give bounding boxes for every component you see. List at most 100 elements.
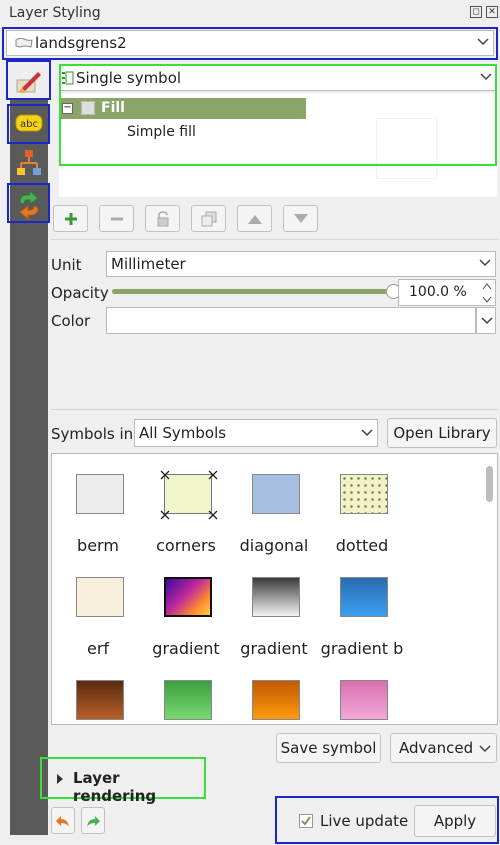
symbols-in-value: All Symbols bbox=[139, 424, 227, 442]
symbol-swatch bbox=[164, 680, 212, 720]
symbols-in-selector[interactable]: All Symbols bbox=[134, 419, 378, 447]
layer-rendering-section[interactable]: Layer rendering bbox=[40, 757, 206, 805]
svg-text:abc: abc bbox=[20, 119, 38, 130]
opacity-slider-fill bbox=[112, 289, 394, 294]
symbol-preview-area bbox=[307, 93, 497, 197]
color-label: Color bbox=[51, 312, 91, 330]
advanced-button[interactable]: Advanced bbox=[390, 733, 497, 763]
collapse-icon[interactable]: − bbox=[62, 103, 73, 114]
color-menu-button[interactable] bbox=[476, 307, 496, 334]
symbol-library-grid[interactable]: berm corners diagonal dotted erf gradient grad… bbox=[51, 453, 498, 725]
symbol-swatch bbox=[340, 680, 388, 720]
symbol-swatch bbox=[76, 680, 124, 720]
chevron-down-icon bbox=[361, 429, 373, 437]
symbol-item[interactable]: erf bbox=[54, 557, 142, 658]
history-tab[interactable] bbox=[10, 186, 48, 224]
symbol-swatch bbox=[76, 577, 124, 617]
live-update-checkbox[interactable] bbox=[299, 814, 313, 828]
symbol-item[interactable] bbox=[54, 660, 142, 724]
unit-selector[interactable]: Millimeter bbox=[106, 251, 496, 277]
symbology-tab[interactable] bbox=[10, 62, 48, 100]
symbol-item[interactable]: corners bbox=[142, 454, 230, 555]
opacity-spinbox[interactable]: 100.0 % bbox=[398, 279, 496, 306]
polygon-layer-icon bbox=[15, 37, 33, 48]
symbol-swatch bbox=[340, 474, 388, 514]
close-panel-button[interactable]: ✕ bbox=[486, 6, 498, 18]
duplicate-layer-button[interactable] bbox=[191, 205, 226, 232]
chevron-down-icon bbox=[479, 745, 491, 753]
save-symbol-button[interactable]: Save symbol bbox=[276, 733, 381, 763]
symbol-item[interactable]: diagonal bbox=[230, 454, 318, 555]
symbol-swatch bbox=[252, 474, 300, 514]
symbol-swatch bbox=[252, 680, 300, 720]
add-symbol-layer-button[interactable] bbox=[53, 205, 88, 232]
opacity-slider[interactable] bbox=[112, 284, 401, 299]
symbol-label: erf bbox=[86, 639, 110, 658]
fill-preview-icon bbox=[81, 101, 95, 115]
symbol-label: gradient bbox=[152, 639, 220, 658]
plus-icon bbox=[64, 212, 77, 225]
symbol-label: dotted bbox=[335, 536, 389, 555]
unit-label: Unit bbox=[51, 256, 82, 274]
renderer-selector[interactable]: Single symbol bbox=[59, 65, 497, 91]
duplicate-icon bbox=[201, 211, 216, 226]
redo-icon bbox=[87, 815, 100, 827]
symbol-tree-root-label: Fill bbox=[101, 100, 125, 116]
symbol-item[interactable]: gradient bbox=[142, 557, 230, 658]
live-update-label[interactable]: Live update bbox=[320, 812, 408, 830]
float-panel-button[interactable]: ◻ bbox=[470, 6, 482, 18]
opacity-label: Opacity bbox=[51, 284, 109, 302]
unit-selector-value: Millimeter bbox=[111, 255, 186, 273]
spin-arrows-icon[interactable] bbox=[482, 282, 492, 304]
layer-selector-value: landsgrens2 bbox=[35, 34, 127, 52]
color-button[interactable] bbox=[106, 307, 476, 334]
symbol-item[interactable] bbox=[318, 660, 406, 724]
redo-button[interactable] bbox=[81, 807, 105, 834]
checkmark-icon bbox=[301, 816, 311, 826]
open-library-button[interactable]: Open Library bbox=[387, 418, 497, 448]
diagrams-tab[interactable] bbox=[10, 144, 48, 182]
symbol-swatch bbox=[252, 577, 300, 617]
symbol-label: diagonal bbox=[239, 536, 309, 555]
symbol-swatch bbox=[340, 577, 388, 617]
symbol-label: gradient bbox=[240, 639, 308, 658]
footer-actions: Live update Apply bbox=[275, 796, 499, 844]
symbol-label: berm bbox=[77, 536, 119, 555]
symbol-item[interactable]: gradient bbox=[230, 557, 318, 658]
symbol-item[interactable] bbox=[142, 660, 230, 724]
symbol-label: corners bbox=[156, 536, 216, 555]
labels-tab[interactable]: abc bbox=[10, 104, 48, 142]
symbol-item[interactable] bbox=[230, 660, 318, 724]
arrow-down-icon bbox=[293, 213, 308, 223]
diagram-hierarchy-icon bbox=[17, 150, 41, 175]
move-up-button[interactable] bbox=[237, 205, 272, 232]
chevron-down-icon bbox=[479, 259, 491, 267]
divider bbox=[51, 409, 498, 410]
panel-title: Layer Styling bbox=[9, 5, 101, 21]
scrollbar-thumb[interactable] bbox=[486, 466, 493, 502]
arrow-up-icon bbox=[247, 214, 262, 224]
chevron-down-icon bbox=[480, 73, 492, 81]
renderer-selector-value: Single symbol bbox=[76, 69, 182, 87]
lock-layer-button[interactable] bbox=[145, 205, 180, 232]
symbol-item[interactable]: dotted bbox=[318, 454, 406, 555]
paintbrush-icon bbox=[16, 72, 41, 94]
minus-icon bbox=[110, 217, 123, 220]
apply-button[interactable]: Apply bbox=[414, 805, 496, 837]
symbol-item[interactable]: gradient b bbox=[318, 557, 406, 658]
symbol-preview bbox=[376, 118, 437, 179]
symbol-label: gradient b bbox=[320, 639, 404, 658]
symbol-swatch bbox=[76, 474, 124, 514]
symbol-item[interactable]: berm bbox=[54, 454, 142, 555]
undo-redo-icon bbox=[19, 190, 39, 220]
symbol-tree-child-item[interactable]: Simple fill bbox=[127, 124, 196, 140]
symbol-swatch bbox=[164, 577, 212, 617]
style-sidebar: abc bbox=[10, 60, 48, 835]
move-down-button[interactable] bbox=[283, 205, 318, 232]
symbol-tree-root-row[interactable]: − Fill bbox=[59, 98, 306, 119]
undo-icon bbox=[56, 815, 69, 827]
chevron-down-icon bbox=[481, 317, 493, 325]
undo-button[interactable] bbox=[51, 807, 75, 834]
remove-symbol-layer-button[interactable] bbox=[99, 205, 134, 232]
layer-selector[interactable]: landsgrens2 bbox=[6, 30, 494, 56]
